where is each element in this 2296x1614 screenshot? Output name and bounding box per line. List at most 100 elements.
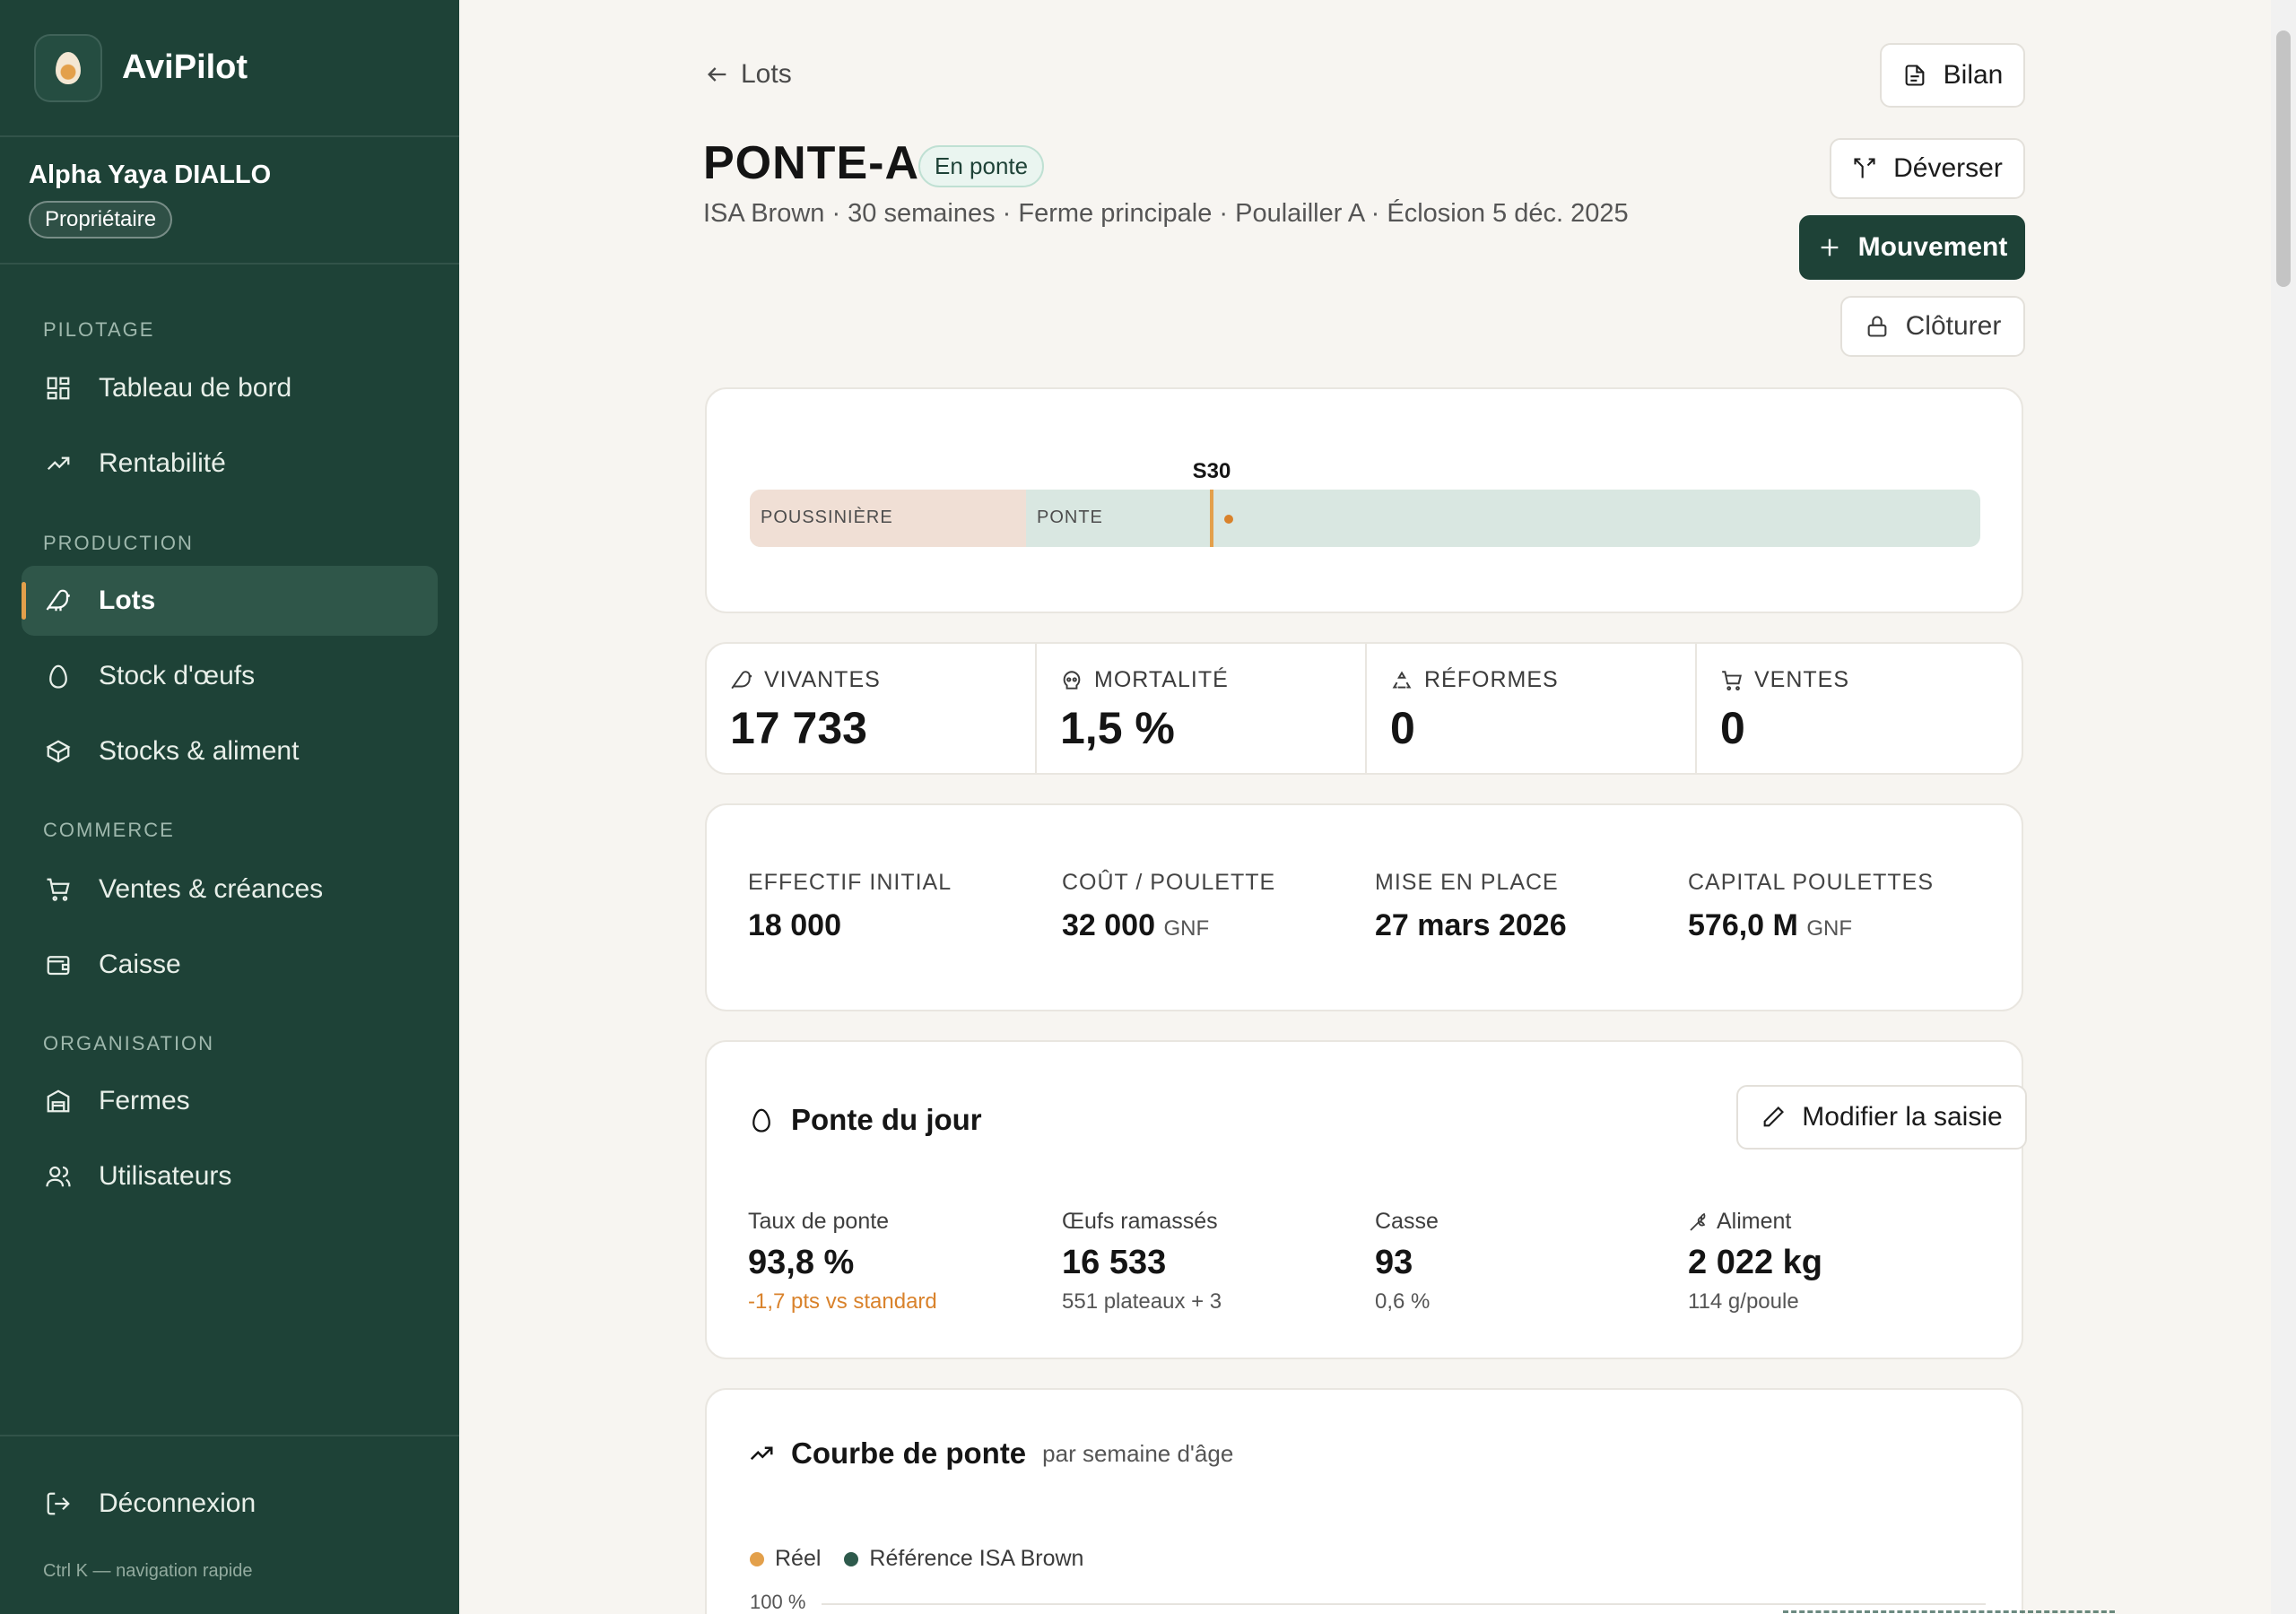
info-label: COÛT / POULETTE [1062,870,1276,895]
scrollbar-thumb[interactable] [2276,30,2291,287]
daily-note: 551 plateaux + 3 [1062,1289,1222,1314]
sidebar-item-stock-oeufs[interactable]: Stock d'œufs [22,641,438,711]
daily-note: 114 g/poule [1688,1289,1799,1314]
user-panel: Alpha Yaya DIALLO Propriétaire [0,137,459,265]
info-mise-en-place: MISE EN PLACE 27 mars 2026 [1375,870,1567,943]
app-name: AviPilot [122,48,248,86]
page-title: PONTE-A [703,137,919,189]
nav-section-production: PRODUCTION [43,532,194,554]
info-capital-poulettes: CAPITAL POULETTES 576,0 M GNF [1688,870,1934,943]
daily-taux-ponte: Taux de ponte 93,8 % -1,7 pts vs standar… [748,1209,937,1315]
info-effectif-initial: EFFECTIF INITIAL 18 000 [748,870,952,943]
sidebar-item-ventes-creances[interactable]: Ventes & créances [22,855,438,924]
building-icon [43,1086,74,1116]
stat-value: 0 [1390,703,1415,753]
modifier-saisie-button[interactable]: Modifier la saisie [1736,1085,2027,1150]
sidebar-item-fermes[interactable]: Fermes [22,1066,438,1136]
logout-button[interactable]: Déconnexion [22,1469,438,1539]
stat-value: 0 [1720,703,1745,753]
stats-card: VIVANTES 17 733 MORTALITÉ 1,5 % RÉFORMES… [705,642,2023,775]
skull-icon [1060,669,1083,692]
sidebar-item-label: Tableau de bord [99,373,292,403]
timeline-track: POUSSINIÈRE PONTE [750,490,1980,547]
brand: AviPilot [0,0,459,137]
daily-label: Taux de ponte [748,1209,890,1234]
sidebar-item-caisse[interactable]: Caisse [22,930,438,1000]
daily-aliment: Aliment 2 022 kg 114 g/poule [1688,1209,1822,1315]
back-link[interactable]: Lots [705,59,792,90]
stat-vivantes: VIVANTES 17 733 [707,644,1035,773]
split-icon [1852,156,1877,181]
sidebar-item-utilisateurs[interactable]: Utilisateurs [22,1141,438,1211]
stat-reformes: RÉFORMES 0 [1367,644,1695,773]
sidebar-item-tableau-de-bord[interactable]: Tableau de bord [22,353,438,423]
grid-line [822,1603,1986,1605]
trend-icon [43,448,74,479]
mouvement-label: Mouvement [1857,232,2008,262]
bilan-label: Bilan [1943,60,2004,90]
sidebar-item-label: Stock d'œufs [99,661,256,690]
curve-subtitle: par semaine d'âge [1042,1439,1234,1467]
cart-icon [1720,669,1744,692]
wheat-icon [1688,1211,1709,1233]
info-value: 18 000 [748,908,841,942]
sidebar-item-rentabilite[interactable]: Rentabilité [22,429,438,499]
stat-value: 1,5 % [1060,703,1175,753]
egg-icon [43,661,74,691]
file-icon [1902,63,1927,88]
timeline-phase-label: POUSSINIÈRE [761,508,893,527]
dashboard-icon [43,373,74,404]
trend-icon [748,1440,775,1467]
egg-icon [748,1106,775,1133]
sidebar-item-stocks-aliment[interactable]: Stocks & aliment [22,716,438,786]
info-value: 27 mars 2026 [1375,908,1567,942]
plus-icon [1817,235,1842,260]
sidebar-item-label: Ventes & créances [99,874,324,904]
pencil-icon [1761,1105,1786,1130]
timeline-phase-label: PONTE [1037,508,1103,527]
daily-title: Ponte du jour [748,1103,982,1137]
role-badge: Propriétaire [29,201,173,239]
legend-swatch-real [750,1551,764,1566]
logout-icon [43,1488,74,1519]
scrollbar[interactable] [2271,0,2296,1614]
daily-value: 16 533 [1062,1244,1167,1281]
daily-note: 0,6 % [1375,1289,1431,1314]
sidebar-item-label: Fermes [99,1086,190,1115]
info-value: 32 000 [1062,908,1155,942]
daily-value: 2 022 kg [1688,1244,1822,1281]
bird-icon [730,669,753,692]
info-unit: GNF [1806,916,1852,941]
y-axis-top-label: 100 % [750,1591,806,1613]
reference-curve-segment [1783,1610,2115,1613]
daily-label: Casse [1375,1209,1439,1234]
cart-icon [43,874,74,905]
sidebar-item-label: Rentabilité [99,448,226,478]
mouvement-button[interactable]: Mouvement [1799,215,2025,280]
info-unit: GNF [1163,916,1210,941]
sidebar-item-label: Lots [99,586,156,615]
cloturer-button[interactable]: Clôturer [1840,296,2025,357]
stat-label: RÉFORMES [1424,667,1559,692]
users-icon [43,1161,74,1192]
app-logo [34,33,102,102]
sidebar-item-label: Caisse [99,950,181,979]
sidebar-item-label: Utilisateurs [99,1161,232,1191]
user-name: Alpha Yaya DIALLO [29,161,272,189]
daily-title-text: Ponte du jour [791,1103,982,1136]
curve-title: Courbe de ponte par semaine d'âge [748,1436,1233,1471]
info-cout-poulette: COÛT / POULETTE 32 000 GNF [1062,870,1275,943]
bilan-button[interactable]: Bilan [1880,43,2025,108]
legend-swatch-reference [844,1551,859,1566]
info-label: EFFECTIF INITIAL [748,870,952,895]
legend-reference: Référence ISA Brown [869,1546,1084,1571]
arrow-left-icon [705,62,730,87]
stat-label: VENTES [1754,667,1850,692]
info-label: MISE EN PLACE [1375,870,1559,895]
sidebar-item-lots[interactable]: Lots [22,566,438,636]
stat-label: MORTALITÉ [1094,667,1229,692]
curve-title-text: Courbe de ponte [791,1436,1027,1470]
sidebar-item-label: Stocks & aliment [99,736,300,766]
deverser-button[interactable]: Déverser [1830,138,2025,199]
nav-section-commerce: COMMERCE [43,819,175,841]
